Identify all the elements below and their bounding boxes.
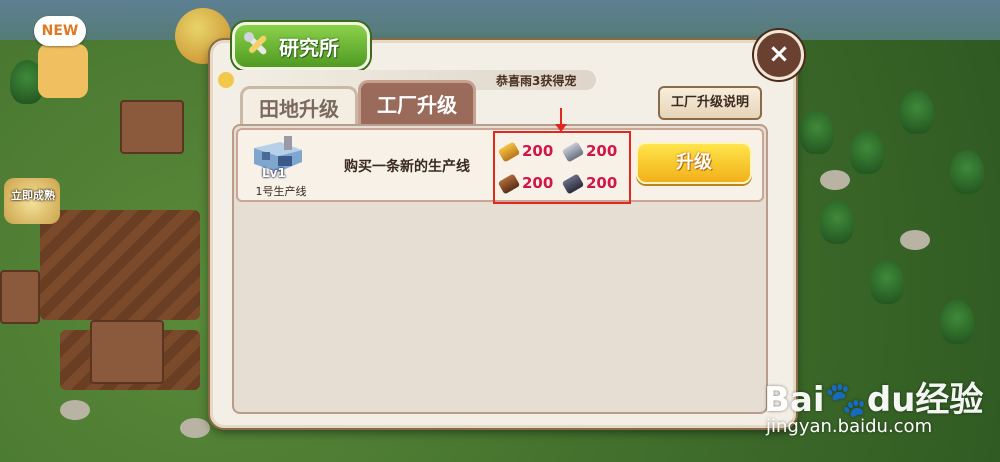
tree [950, 150, 984, 194]
rock [900, 230, 930, 250]
ticker-text: 恭喜雨3获得宠 [496, 74, 577, 88]
instant-ripen-label: 立即成熟 [11, 189, 55, 202]
production-line-name: 1号生产线 [255, 185, 307, 198]
cost-highlight-box [493, 131, 631, 204]
tree [900, 90, 934, 134]
watermark-url: jingyan.baidu.com [766, 416, 933, 437]
upgrade-button[interactable]: 升级 [636, 142, 752, 184]
building[interactable] [120, 100, 184, 154]
tab-field-upgrade[interactable]: 田地升级 [240, 86, 358, 129]
dialog-title: 研究所 [279, 36, 339, 60]
paw-icon: 🐾 [824, 380, 867, 420]
close-button[interactable]: × [754, 30, 804, 80]
level-badge: Lv1 [262, 166, 286, 180]
baidu-label: 经验 [915, 380, 984, 420]
rock [820, 170, 850, 190]
building[interactable] [0, 270, 40, 324]
new-badge: NEW [34, 16, 86, 46]
arrow-down-icon [555, 124, 567, 132]
baidu-watermark: Bai🐾du经验 [764, 372, 983, 421]
wrench-screwdriver-icon [244, 32, 267, 55]
tree [800, 110, 834, 154]
sheep [180, 418, 210, 438]
baidu-brand-2: du [866, 380, 916, 420]
lion-gift-icon[interactable] [38, 44, 88, 98]
tree [850, 130, 884, 174]
dialog-title-plate: 研究所 [232, 22, 370, 70]
farm-field[interactable] [40, 210, 200, 320]
sheep [60, 400, 90, 420]
tab-factory-upgrade[interactable]: 工厂升级 [358, 80, 476, 129]
tree [870, 260, 904, 304]
ticker-icon [218, 72, 234, 88]
baidu-brand-1: Bai [764, 380, 825, 420]
tree [940, 300, 974, 344]
building[interactable] [90, 320, 164, 384]
tree [820, 200, 854, 244]
upgrade-description: 购买一条新的生产线 [344, 159, 470, 175]
factory-upgrade-help-button[interactable]: 工厂升级说明 [658, 86, 762, 120]
